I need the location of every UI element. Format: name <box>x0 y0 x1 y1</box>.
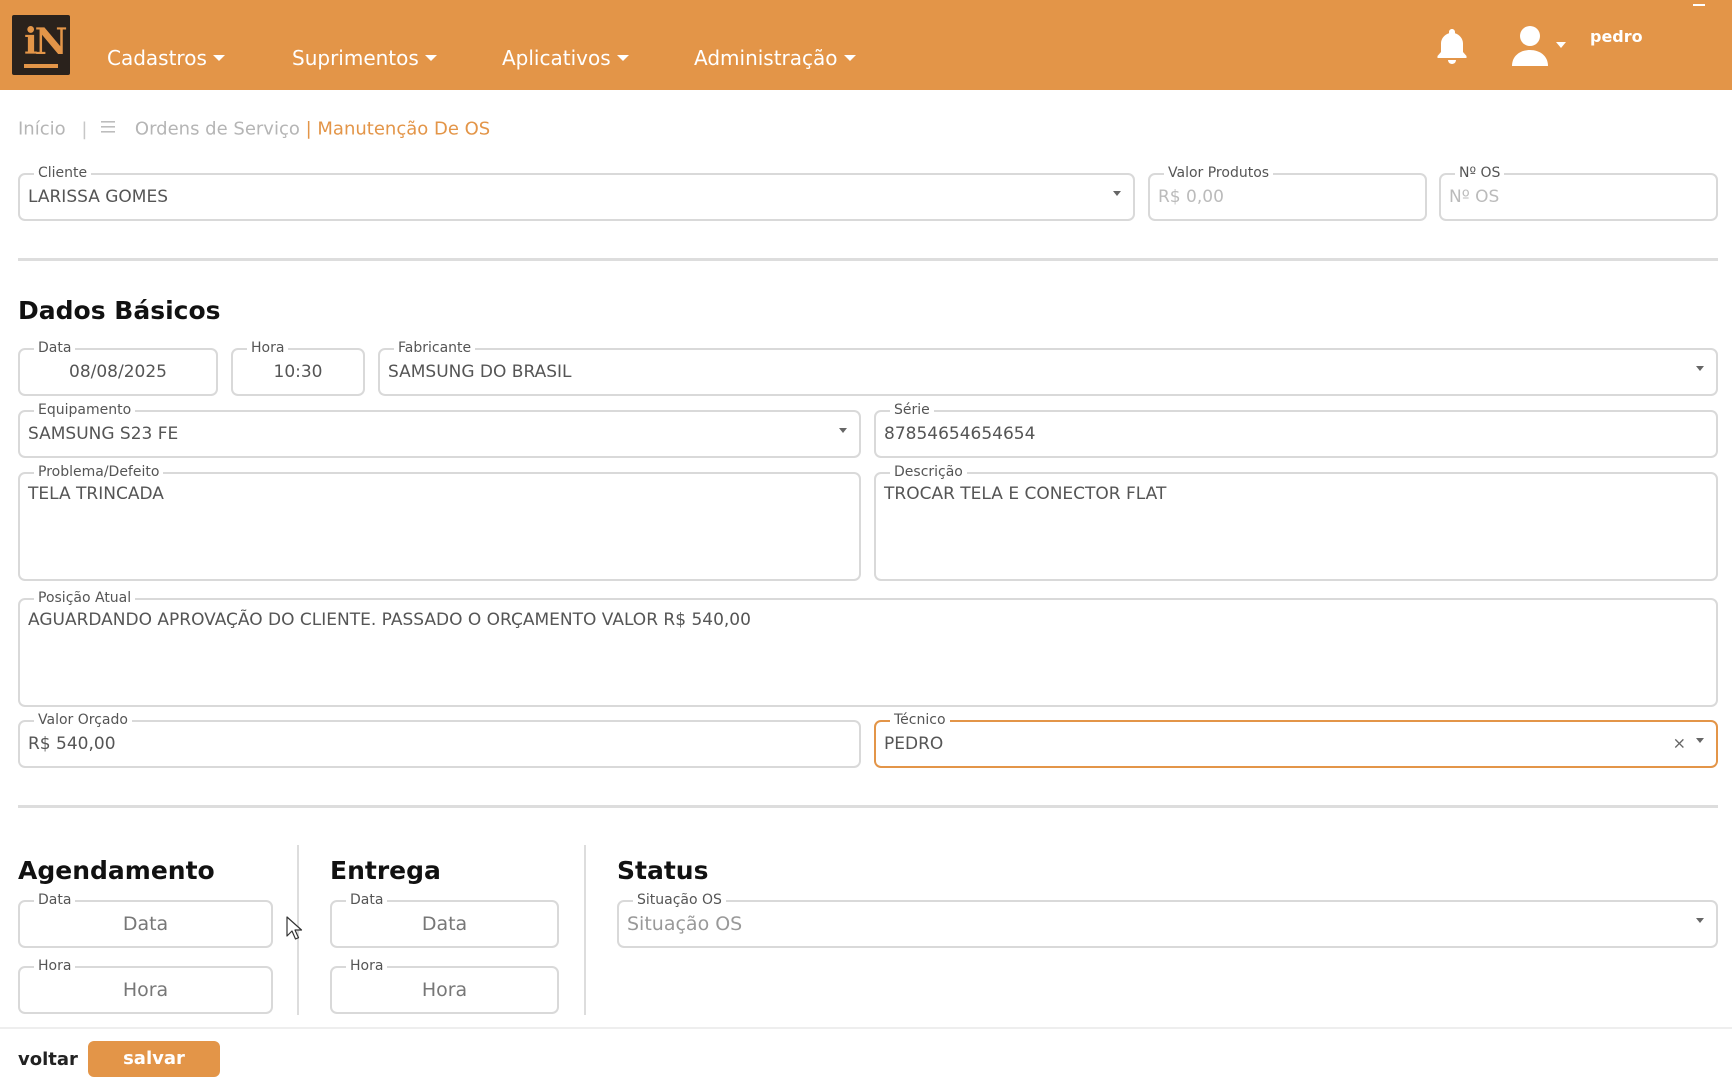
mouse-pointer-icon <box>286 916 303 940</box>
cliente-label: Cliente <box>34 164 92 182</box>
window-minimize-icon[interactable] <box>1693 4 1705 6</box>
agendamento-data-label: Data <box>34 891 76 909</box>
save-button[interactable]: salvar <box>88 1041 220 1077</box>
back-button[interactable]: voltar <box>18 1049 78 1070</box>
dropdown-arrow-icon <box>1113 191 1121 196</box>
situacao-os-placeholder: Situação OS <box>627 913 743 935</box>
data-value: 08/08/2025 <box>69 362 167 382</box>
hora-field[interactable]: Hora 10:30 <box>231 339 365 396</box>
problema-defeito-value: TELA TRINCADA <box>28 484 164 504</box>
dados-basicos-title: Dados Básicos <box>18 296 221 325</box>
agendamento-data-field[interactable]: Data Data <box>18 891 273 948</box>
entrega-data-placeholder: Data <box>421 913 468 935</box>
data-field[interactable]: Data 08/08/2025 <box>18 339 218 396</box>
status-title: Status <box>617 856 709 885</box>
posicao-atual-label: Posição Atual <box>34 589 136 607</box>
username-label[interactable]: pedro <box>1590 27 1643 46</box>
app-logo[interactable]: iN <box>12 15 70 75</box>
entrega-data-label: Data <box>346 891 388 909</box>
caret-down-icon <box>212 54 225 61</box>
section-divider <box>18 258 1718 261</box>
nav-menu-aplicativos[interactable]: Aplicativos <box>502 46 629 70</box>
nav-menu-aplicativos-label: Aplicativos <box>502 46 611 70</box>
footer-divider <box>0 1027 1732 1029</box>
numero-os-label: Nº OS <box>1455 164 1505 182</box>
valor-produtos-placeholder: R$ 0,00 <box>1158 187 1224 207</box>
agendamento-hora-field[interactable]: Hora Hora <box>18 957 273 1014</box>
nav-menu-suprimentos[interactable]: Suprimentos <box>292 46 437 70</box>
nav-menu-administracao[interactable]: Administração <box>694 46 856 70</box>
valor-produtos-label: Valor Produtos <box>1164 164 1274 182</box>
valor-produtos-field[interactable]: Valor Produtos R$ 0,00 <box>1148 164 1427 221</box>
caret-down-icon <box>843 54 856 61</box>
dropdown-arrow-icon <box>1696 918 1704 923</box>
cliente-select[interactable]: Cliente LARISSA GOMES <box>18 164 1135 221</box>
entrega-hora-label: Hora <box>346 957 388 975</box>
situacao-os-select[interactable]: Situação OS Situação OS <box>617 891 1718 948</box>
nav-menu-administracao-label: Administração <box>694 46 838 70</box>
fabricante-label: Fabricante <box>394 339 476 357</box>
tecnico-label: Técnico <box>890 711 950 729</box>
logo-underline <box>24 64 58 68</box>
tecnico-select[interactable]: Técnico PEDRO × <box>874 711 1718 768</box>
entrega-title: Entrega <box>330 856 441 885</box>
bell-icon[interactable] <box>1434 26 1470 66</box>
equipamento-label: Equipamento <box>34 401 136 419</box>
list-icon <box>101 121 116 133</box>
agendamento-hora-label: Hora <box>34 957 76 975</box>
valor-orcado-label: Valor Orçado <box>34 711 132 729</box>
valor-orcado-field[interactable]: Valor Orçado R$ 540,00 <box>18 711 861 768</box>
situacao-os-label: Situação OS <box>633 891 726 909</box>
posicao-atual-value: AGUARDANDO APROVAÇÃO DO CLIENTE. PASSADO… <box>28 610 751 630</box>
serie-value: 87854654654654 <box>884 424 1036 444</box>
entrega-hora-field[interactable]: Hora Hora <box>330 957 559 1014</box>
cliente-value: LARISSA GOMES <box>28 187 169 207</box>
hora-label: Hora <box>247 339 289 357</box>
agendamento-data-placeholder: Data <box>122 913 169 935</box>
dropdown-arrow-icon <box>839 428 847 433</box>
caret-down-icon <box>616 54 629 61</box>
problema-defeito-textarea[interactable]: Problema/Defeito TELA TRINCADA <box>18 463 861 581</box>
descricao-value: TROCAR TELA E CONECTOR FLAT <box>884 484 1167 504</box>
breadcrumb-separator: | <box>81 118 88 140</box>
fabricante-value: SAMSUNG DO BRASIL <box>388 362 572 382</box>
data-label: Data <box>34 339 76 357</box>
agendamento-title: Agendamento <box>18 856 215 885</box>
hora-value: 10:30 <box>273 362 323 382</box>
posicao-atual-textarea[interactable]: Posição Atual AGUARDANDO APROVAÇÃO DO CL… <box>18 589 1718 707</box>
numero-os-placeholder: Nº OS <box>1449 187 1500 207</box>
nav-menu-suprimentos-label: Suprimentos <box>292 46 419 70</box>
user-avatar-icon[interactable] <box>1510 24 1570 68</box>
equipamento-select[interactable]: Equipamento SAMSUNG S23 FE <box>18 401 861 458</box>
column-divider <box>584 845 586 1015</box>
equipamento-value: SAMSUNG S23 FE <box>28 424 179 444</box>
serie-label: Série <box>890 401 934 419</box>
nav-menu-cadastros-label: Cadastros <box>107 46 207 70</box>
serie-field[interactable]: Série 87854654654654 <box>874 401 1718 458</box>
entrega-data-field[interactable]: Data Data <box>330 891 559 948</box>
tecnico-value: PEDRO <box>884 734 944 754</box>
breadcrumb-home[interactable]: Início <box>18 119 66 140</box>
logo-text: iN <box>24 21 68 63</box>
breadcrumb-current: | Manutenção De OS <box>305 118 491 140</box>
fabricante-select[interactable]: Fabricante SAMSUNG DO BRASIL <box>378 339 1718 396</box>
breadcrumb: Início | Ordens de Serviço | Manutenção … <box>18 118 490 140</box>
agendamento-hora-placeholder: Hora <box>122 979 169 1001</box>
descricao-label: Descrição <box>890 463 967 481</box>
top-navbar: iN Cadastros Suprimentos Aplicativos Adm… <box>0 0 1732 90</box>
dropdown-arrow-icon <box>1696 366 1704 371</box>
section-divider <box>18 805 1718 808</box>
entrega-hora-placeholder: Hora <box>421 979 468 1001</box>
clear-icon[interactable]: × <box>1673 734 1686 753</box>
numero-os-field[interactable]: Nº OS Nº OS <box>1439 164 1718 221</box>
problema-defeito-label: Problema/Defeito <box>34 463 164 481</box>
valor-orcado-value: R$ 540,00 <box>28 734 116 754</box>
breadcrumb-ordens-servico[interactable]: Ordens de Serviço <box>135 119 300 140</box>
nav-menu-cadastros[interactable]: Cadastros <box>107 46 225 70</box>
dropdown-arrow-icon <box>1696 738 1704 743</box>
caret-down-icon <box>424 54 437 61</box>
descricao-textarea[interactable]: Descrição TROCAR TELA E CONECTOR FLAT <box>874 463 1718 581</box>
